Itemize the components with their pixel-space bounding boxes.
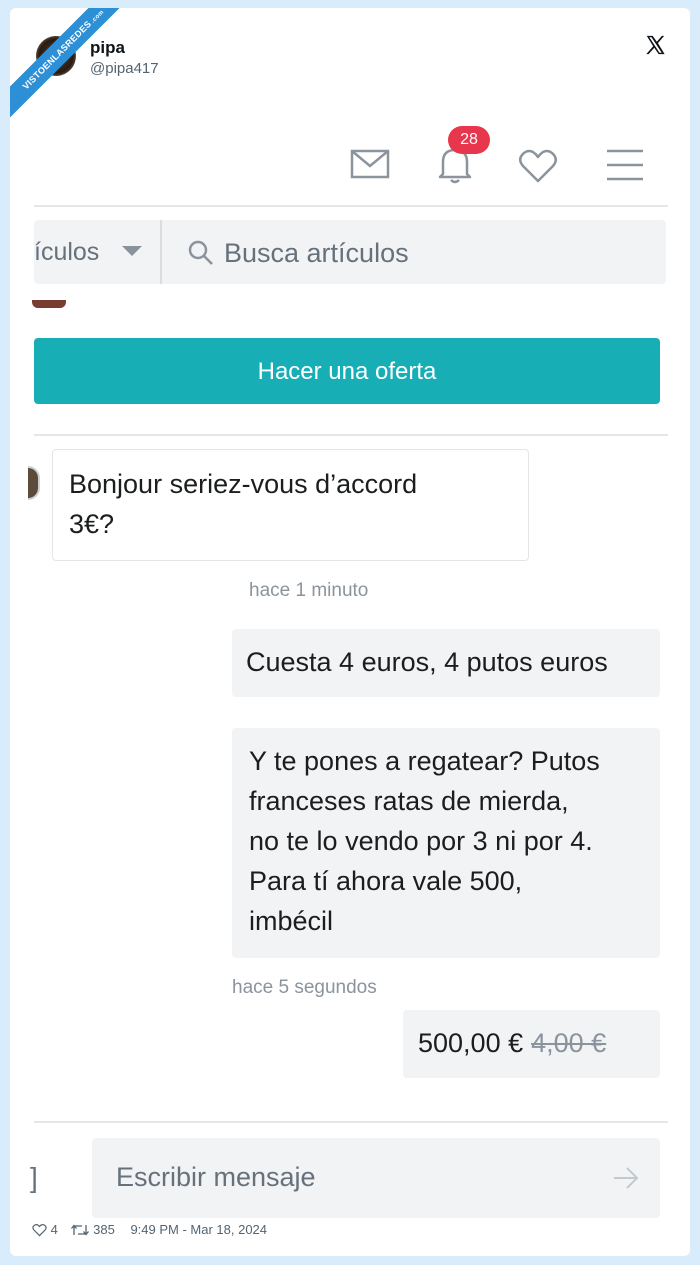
- retweet-count: 385: [93, 1222, 115, 1238]
- search-separator: [160, 220, 162, 284]
- tweet-footer: 4 385 9:49 PM - Mar 18, 2024: [32, 1221, 267, 1237]
- tweet-card: VISTOENLASREDES.com pipa @pipa417 28 ícu…: [10, 8, 690, 1256]
- tweet-timestamp[interactable]: 9:49 PM - Mar 18, 2024: [130, 1222, 267, 1237]
- message-line: 3€?: [69, 509, 115, 539]
- message-timestamp: hace 1 minuto: [249, 580, 369, 601]
- search-bar: ículos Busca artículos: [34, 220, 666, 284]
- x-logo-icon[interactable]: [644, 34, 666, 56]
- notification-badge: 28: [448, 126, 490, 154]
- message-line: franceses ratas de mierda,: [249, 786, 569, 816]
- watermark-ribbon: VISTOENLASREDES.com: [10, 8, 140, 138]
- item-image-edge: [32, 300, 66, 308]
- compose-box[interactable]: Escribir mensaje: [92, 1138, 660, 1218]
- category-select[interactable]: ículos: [34, 220, 160, 284]
- message-line: no te lo vendo por 3 ni por 4.: [249, 826, 593, 856]
- price-change-message: 500,00 €4,00 €: [403, 1010, 660, 1078]
- header-divider: [34, 205, 668, 207]
- sender-avatar[interactable]: [28, 466, 40, 500]
- send-icon[interactable]: [612, 1166, 640, 1190]
- like-icon[interactable]: [32, 1223, 47, 1237]
- message-outgoing: Cuesta 4 euros, 4 putos euros: [232, 629, 660, 697]
- message-line: Y te pones a regatear? Putos: [249, 746, 600, 776]
- search-icon[interactable]: [188, 240, 214, 266]
- mail-icon[interactable]: [350, 148, 390, 180]
- heart-icon[interactable]: [518, 148, 558, 184]
- menu-icon[interactable]: [605, 148, 645, 182]
- ribbon-text: VISTOENLASREDES.com: [10, 8, 138, 124]
- message-line: Para tí ahora vale 500,: [249, 866, 523, 896]
- compose-divider: [34, 1121, 668, 1123]
- caret-down-icon: [122, 246, 142, 256]
- old-price: 4,00 €: [531, 1028, 607, 1058]
- like-count: 4: [50, 1222, 58, 1238]
- offer-divider: [34, 434, 668, 436]
- message-line: imbécil: [249, 906, 334, 936]
- message-timestamp: hace 5 segundos: [232, 977, 377, 998]
- new-price: 500,00 €: [418, 1028, 524, 1058]
- attach-icon[interactable]: ]: [30, 1162, 38, 1194]
- search-input[interactable]: Busca artículos: [224, 238, 409, 269]
- message-line: Bonjour seriez-vous d’accord: [69, 469, 418, 499]
- app-header-icons: [10, 138, 690, 198]
- make-offer-button[interactable]: Hacer una oferta: [34, 338, 660, 404]
- message-input[interactable]: Escribir mensaje: [116, 1162, 316, 1193]
- message-outgoing: Y te pones a regatear? Putos franceses r…: [232, 728, 660, 958]
- message-line: Cuesta 4 euros, 4 putos euros: [246, 647, 608, 677]
- category-label: ículos: [34, 238, 100, 266]
- message-incoming: Bonjour seriez-vous d’accord 3€?: [52, 449, 529, 561]
- retweet-icon[interactable]: [71, 1223, 90, 1237]
